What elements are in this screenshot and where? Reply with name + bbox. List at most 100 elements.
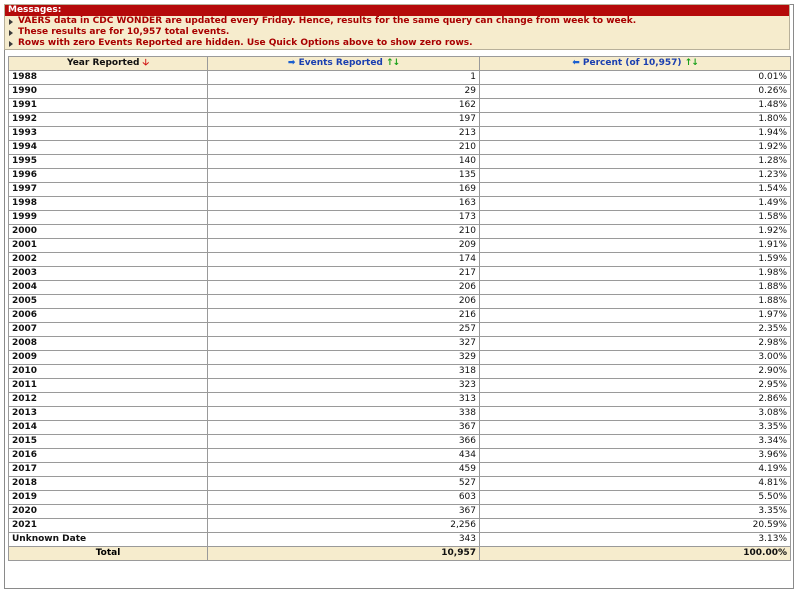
percent-cell: 2.86% (479, 392, 791, 407)
year-cell: 2016 (8, 448, 208, 463)
sort-down-icon[interactable]: 🡣 (143, 58, 149, 68)
year-cell: 2021 (8, 518, 208, 533)
percent-cell: 3.08% (479, 406, 791, 421)
table-row: 2015 366 3.34% (8, 434, 791, 449)
events-reported-header[interactable]: ➡ Events Reported ↑↓ (207, 56, 480, 71)
year-cell: 2008 (8, 336, 208, 351)
year-cell: 2013 (8, 406, 208, 421)
table-row: 1990 29 0.26% (8, 84, 791, 99)
year-cell: 2009 (8, 350, 208, 365)
move-right-icon[interactable]: ➡ (288, 58, 296, 68)
table-row: 2010 318 2.90% (8, 364, 791, 379)
year-reported-header-label: Year Reported (67, 58, 140, 68)
table-row: 2004 206 1.88% (8, 280, 791, 295)
table-row: 2007 257 2.35% (8, 322, 791, 337)
percent-cell: 3.34% (479, 434, 791, 449)
events-cell: 29 (207, 84, 480, 99)
table-row: 2000 210 1.92% (8, 224, 791, 239)
total-percent: 100.00% (479, 546, 791, 561)
percent-cell: 1.49% (479, 196, 791, 211)
percent-cell: 2.90% (479, 364, 791, 379)
bullet-triangle-icon (9, 30, 13, 36)
percent-cell: 2.98% (479, 336, 791, 351)
percent-cell: 20.59% (479, 518, 791, 533)
year-reported-header[interactable]: Year Reported 🡣 (8, 56, 208, 71)
percent-cell: 1.97% (479, 308, 791, 323)
message-text: Rows with zero Events Reported are hidde… (18, 38, 473, 48)
events-cell: 313 (207, 392, 480, 407)
percent-cell: 4.81% (479, 476, 791, 491)
year-cell: 2012 (8, 392, 208, 407)
events-cell: 323 (207, 378, 480, 393)
table-row: 1996 135 1.23% (8, 168, 791, 183)
percent-cell: 1.59% (479, 252, 791, 267)
year-cell: 2004 (8, 280, 208, 295)
sort-toggle-icon[interactable]: ↑↓ (685, 58, 699, 68)
year-cell: 2014 (8, 420, 208, 435)
table-row: 1998 163 1.49% (8, 196, 791, 211)
percent-cell: 3.35% (479, 420, 791, 435)
year-cell: 2006 (8, 308, 208, 323)
events-cell: 210 (207, 140, 480, 155)
table-row: 2002 174 1.59% (8, 252, 791, 267)
year-cell: 1995 (8, 154, 208, 169)
percent-cell: 3.96% (479, 448, 791, 463)
percent-cell: 5.50% (479, 490, 791, 505)
table-row: 2009 329 3.00% (8, 350, 791, 365)
table-row: 1994 210 1.92% (8, 140, 791, 155)
events-cell: 367 (207, 420, 480, 435)
events-cell: 216 (207, 308, 480, 323)
year-cell: 2002 (8, 252, 208, 267)
events-cell: 174 (207, 252, 480, 267)
percent-cell: 1.92% (479, 224, 791, 239)
table-row: 2003 217 1.98% (8, 266, 791, 281)
events-cell: 603 (207, 490, 480, 505)
percent-cell: 1.88% (479, 280, 791, 295)
events-cell: 210 (207, 224, 480, 239)
percent-header[interactable]: ⬅ Percent (of 10,957) ↑↓ (479, 56, 791, 71)
events-cell: 1 (207, 70, 480, 85)
message-text: These results are for 10,957 total event… (18, 27, 230, 37)
events-cell: 257 (207, 322, 480, 337)
events-cell: 327 (207, 336, 480, 351)
events-cell: 140 (207, 154, 480, 169)
year-cell: 2011 (8, 378, 208, 393)
year-cell: 2017 (8, 462, 208, 477)
table-row: 2012 313 2.86% (8, 392, 791, 407)
percent-cell: 3.13% (479, 532, 791, 547)
results-table: Year Reported 🡣 ➡ Events Reported ↑↓ ⬅ P… (8, 56, 791, 561)
year-cell: 2015 (8, 434, 208, 449)
year-cell: 1997 (8, 182, 208, 197)
percent-cell: 2.35% (479, 322, 791, 337)
year-cell: 2019 (8, 490, 208, 505)
percent-cell: 0.26% (479, 84, 791, 99)
year-cell: 1990 (8, 84, 208, 99)
table-row: 1993 213 1.94% (8, 126, 791, 141)
messages-header: Messages: (5, 5, 789, 16)
table-row: 2011 323 2.95% (8, 378, 791, 393)
total-row: Total 10,957 100.00% (8, 546, 791, 561)
table-row: 1999 173 1.58% (8, 210, 791, 225)
percent-cell: 1.98% (479, 266, 791, 281)
events-cell: 163 (207, 196, 480, 211)
percent-header-label: Percent (of 10,957) (582, 58, 682, 68)
events-cell: 459 (207, 462, 480, 477)
year-cell: 2018 (8, 476, 208, 491)
events-cell: 367 (207, 504, 480, 519)
table-row: 2019 603 5.50% (8, 490, 791, 505)
move-left-icon[interactable]: ⬅ (572, 58, 580, 68)
bullet-triangle-icon (9, 19, 13, 25)
message-text: VAERS data in CDC WONDER are updated eve… (18, 16, 637, 26)
table-row: 2017 459 4.19% (8, 462, 791, 477)
year-cell: 1988 (8, 70, 208, 85)
table-row: 1988 1 0.01% (8, 70, 791, 85)
events-reported-header-label: Events Reported (298, 58, 383, 68)
sort-toggle-icon[interactable]: ↑↓ (386, 58, 400, 68)
percent-cell: 1.88% (479, 294, 791, 309)
events-cell: 527 (207, 476, 480, 491)
year-cell: 2005 (8, 294, 208, 309)
events-cell: 318 (207, 364, 480, 379)
percent-cell: 3.35% (479, 504, 791, 519)
table-row: 1997 169 1.54% (8, 182, 791, 197)
table-row: 2006 216 1.97% (8, 308, 791, 323)
